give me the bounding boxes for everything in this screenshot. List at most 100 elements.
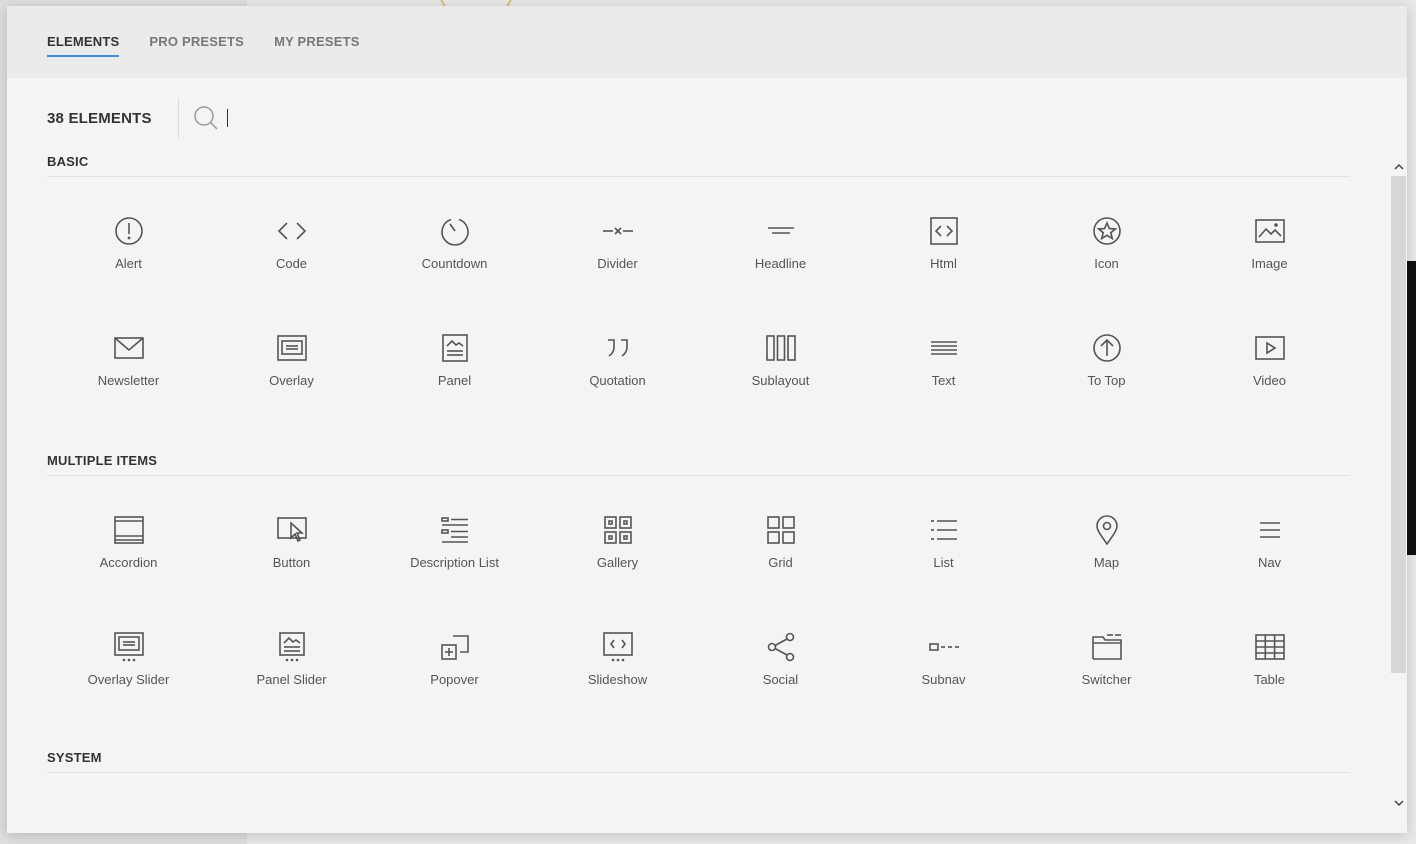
element-label: Popover [430,672,479,687]
scroll-down-icon[interactable] [1394,798,1404,808]
toolbar-divider [177,98,179,138]
quote-icon [607,339,628,357]
scroll-up-icon[interactable] [1394,162,1404,172]
basic-grid: Alert Code Countdown Divider Headline Html Ico… [47,179,1350,413]
element-gallery[interactable]: Gallery [536,478,699,595]
text-icon [930,341,957,355]
search-icon [193,106,218,130]
scrollbar-thumb[interactable] [1391,176,1406,673]
element-social[interactable]: Social [699,595,862,712]
element-label: Headline [754,256,807,271]
overlay-icon [276,335,307,361]
elements-list: BASIC Alert Code Countdown Divider Headline H… [47,154,1350,773]
switcher-icon [1091,634,1122,660]
element-label: Sublayout [751,373,810,388]
element-label: Description List [410,555,499,570]
element-label: Subnav [921,672,966,687]
element-label: Overlay [269,373,314,388]
map-pin-icon [1095,515,1118,546]
popover-icon [440,635,469,660]
element-label: Text [931,373,956,388]
element-label: Quotation [589,373,646,388]
overlay-slider-icon [113,632,144,662]
toolbar: 38 ELEMENTS [47,98,536,138]
element-grid[interactable]: Grid [699,478,862,595]
element-label: Divider [597,256,638,271]
element-label: Slideshow [587,672,648,687]
element-newsletter[interactable]: Newsletter [47,296,210,413]
element-headline[interactable]: Headline [699,179,862,296]
element-overlay[interactable]: Overlay [210,296,373,413]
element-description-list[interactable]: Description List [373,478,536,595]
slideshow-icon [602,632,633,662]
element-popover[interactable]: Popover [373,595,536,712]
nav-icon [1259,522,1280,538]
element-icon[interactable]: Icon [1025,179,1188,296]
element-label: Panel Slider [256,672,327,687]
grid-icon [766,516,795,544]
countdown-icon [440,218,469,246]
element-quotation[interactable]: Quotation [536,296,699,413]
element-video[interactable]: Video [1188,296,1351,413]
share-icon [767,632,794,662]
element-label: Newsletter [97,373,160,388]
divider-icon [602,227,633,235]
element-html[interactable]: Html [862,179,1025,296]
element-button[interactable]: Button [210,478,373,595]
element-panel-slider[interactable]: Panel Slider [210,595,373,712]
element-slideshow[interactable]: Slideshow [536,595,699,712]
element-label: Grid [768,555,793,570]
headline-icon [767,227,794,234]
tab-elements[interactable]: ELEMENTS [47,34,120,57]
element-code[interactable]: Code [210,179,373,296]
columns-icon [765,335,796,361]
alert-icon [114,217,143,245]
background-dark-panel [1406,261,1416,555]
element-map[interactable]: Map [1025,478,1188,595]
element-subnav[interactable]: Subnav [862,595,1025,712]
element-text[interactable]: Text [862,296,1025,413]
element-nav[interactable]: Nav [1188,478,1351,595]
element-sublayout[interactable]: Sublayout [699,296,862,413]
element-to-top[interactable]: To Top [1025,296,1188,413]
element-label: Nav [1257,555,1282,570]
element-label: Video [1252,373,1286,388]
element-label: Panel [437,373,472,388]
elements-modal: ELEMENTS PRO PRESETS MY PRESETS 38 ELEME… [7,6,1407,833]
element-label: Switcher [1081,672,1132,687]
accordion-icon [113,516,144,544]
element-panel[interactable]: Panel [373,296,536,413]
subnav-icon [928,643,959,651]
tab-my-presets[interactable]: MY PRESETS [274,34,360,57]
gallery-icon [603,516,632,544]
search-input[interactable] [226,109,536,127]
element-switcher[interactable]: Switcher [1025,595,1188,712]
element-label: Overlay Slider [87,672,170,687]
element-label: Html [930,256,957,271]
element-label: List [933,555,954,570]
element-label: Countdown [421,256,488,271]
element-countdown[interactable]: Countdown [373,179,536,296]
video-icon [1254,336,1285,360]
element-label: Map [1093,555,1120,570]
element-label: Gallery [596,555,639,570]
element-label: Table [1253,672,1286,687]
tab-pro-presets[interactable]: PRO PRESETS [149,34,244,57]
element-accordion[interactable]: Accordion [47,478,210,595]
image-icon [1254,219,1285,243]
element-image[interactable]: Image [1188,179,1351,296]
scrollbar[interactable] [1390,158,1407,807]
panel-slider-icon [278,632,305,662]
element-label: Icon [1094,256,1119,271]
description-list-icon [440,517,468,543]
section-title-system: SYSTEM [47,750,1350,773]
element-label: Button [272,555,311,570]
cursor-button-icon [276,517,307,543]
html-icon [929,217,958,245]
element-table[interactable]: Table [1188,595,1351,712]
element-overlay-slider[interactable]: Overlay Slider [47,595,210,712]
element-label: Image [1251,256,1288,271]
element-divider[interactable]: Divider [536,179,699,296]
element-list[interactable]: List [862,478,1025,595]
element-alert[interactable]: Alert [47,179,210,296]
